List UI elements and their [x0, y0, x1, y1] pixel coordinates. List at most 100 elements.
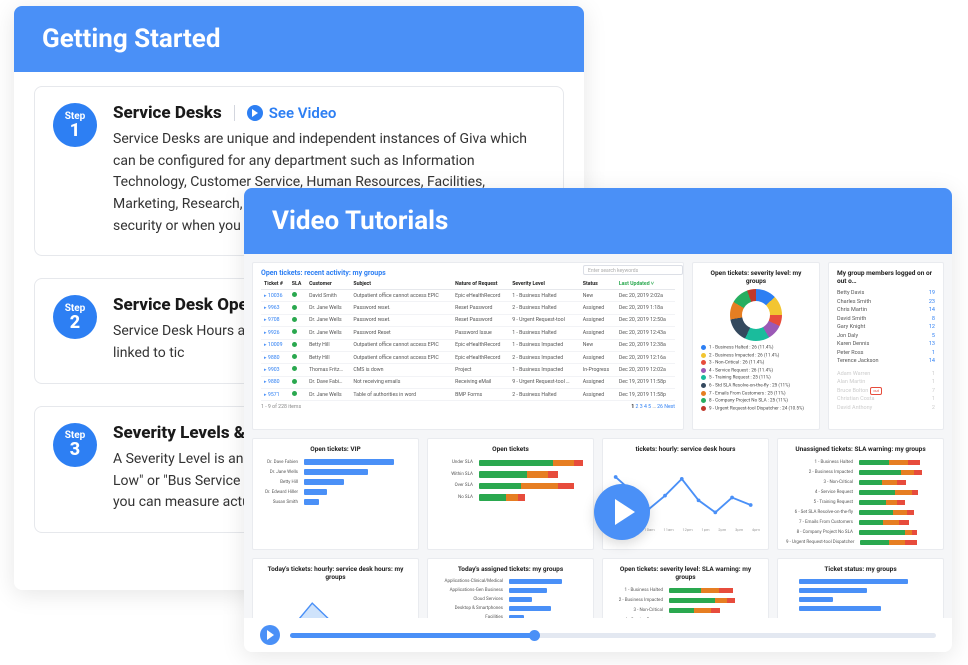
member-row[interactable]: Karen Dennis13	[837, 340, 935, 349]
tickets-table: Ticket #SLACustomerSubjectNature of Requ…	[261, 279, 675, 401]
panel-title: Open tickets: severity level: my groups	[701, 269, 811, 285]
donut-chart: Total228	[730, 289, 782, 341]
video-play-button[interactable]	[594, 484, 650, 540]
member-row[interactable]: Charles Smith23	[837, 298, 935, 307]
table-row[interactable]: ▸ 9880Dr. Dave Fabi…Not receiving emails…	[261, 376, 675, 388]
open-tickets-vip-panel: Open tickets: VIP Dr. Dave FabienDr. Jan…	[252, 438, 419, 550]
bar-row: Applications-Gen Business	[436, 586, 585, 595]
legend-item: 6 - Std SLA Resolve-on-the-fly : 25 (11%…	[701, 383, 811, 391]
table-row[interactable]: ▸ 10036David SmithOutpatient office cann…	[261, 290, 675, 302]
separator	[234, 105, 235, 121]
video-small-play-button[interactable]	[260, 625, 280, 645]
member-row[interactable]: Peter Ross1	[837, 349, 935, 358]
bar-row: No SLA	[436, 492, 585, 504]
unassigned-sla-panel: Unassigned tickets: SLA warning: my grou…	[777, 438, 944, 550]
member-row-offline[interactable]: David Anthony2	[837, 404, 935, 413]
donut-legend: 1 - Business Halted : 26 (11.4%)2 - Busi…	[701, 345, 811, 413]
table-header[interactable]: Last Updated ˅	[616, 279, 675, 290]
bar-row: 3 - Non-Critical	[611, 605, 760, 615]
member-row[interactable]: David Smith8	[837, 315, 935, 324]
search-input[interactable]: Enter search keywords	[583, 265, 683, 275]
member-row-offline[interactable]: Christian Costa1	[837, 395, 935, 404]
bar-row: 8 - Company Project No SLA	[786, 527, 935, 537]
table-header[interactable]: Ticket #	[261, 279, 289, 290]
table-row[interactable]: ▸ 10009Betty HillOutpatient office canno…	[261, 339, 675, 351]
video-scrubber[interactable]	[290, 633, 936, 638]
bar-row: Cloud Services	[436, 595, 585, 604]
step-number: 2	[70, 314, 80, 332]
legend-item: 4 - Service Request : 26 (11.4%)	[701, 368, 811, 376]
member-row-offline[interactable]: Alan Martin1	[837, 378, 935, 387]
member-row[interactable]: Chris Martin14	[837, 306, 935, 315]
member-row[interactable]: Betty Davis19	[837, 289, 935, 298]
play-icon	[247, 105, 263, 121]
table-footer-count: 1 - 9 of 228 items	[261, 404, 301, 410]
getting-started-title: Getting Started	[14, 6, 584, 72]
bar-row: 3 - Non-Critical	[786, 477, 935, 487]
see-video-link[interactable]: See Video	[247, 104, 337, 122]
legend-item: 1 - Business Halted : 26 (11.4%)	[701, 345, 811, 353]
member-row[interactable]: Gary Knight12	[837, 323, 935, 332]
bar-row: 5 - Training Request	[786, 497, 935, 507]
table-row[interactable]: ▸ 9708Dr. Jane WellsPassword reset.Reset…	[261, 314, 675, 326]
bar-row	[786, 604, 935, 613]
legend-item: 8 - Company Project No SLA : 25 (11%)	[701, 398, 811, 406]
bar-row: 2 - Business Impacted	[786, 467, 935, 477]
group-members-panel: My group members logged on or out o… Bet…	[828, 262, 944, 430]
bar-row: Under SLA	[436, 457, 585, 469]
table-header[interactable]: Nature of Request	[452, 279, 509, 290]
bar-row: 9 - Urgent Request-tool Dispatcher	[786, 537, 935, 547]
legend-item: 2 - Business Impacted : 26 (11.4%)	[701, 353, 811, 361]
bar-row: Betty Hill	[261, 477, 410, 487]
table-row[interactable]: ▸ 9571Dr. Jane WellsTable of authorities…	[261, 389, 675, 401]
bar-row: Dr. Dave Fabien	[261, 457, 410, 467]
step-badge-3: Step 3	[53, 423, 97, 467]
video-tutorials-card: Video Tutorials Open tickets: recent act…	[244, 188, 952, 652]
table-header[interactable]: Status	[580, 279, 616, 290]
open-tickets-table-panel: Open tickets: recent activity: my groups…	[252, 262, 684, 430]
video-progress-bar	[244, 618, 952, 652]
bar-row: Dr. Edward Hiller	[261, 487, 410, 497]
step-number: 1	[70, 122, 80, 140]
bar-row: Susan Smith	[261, 497, 410, 507]
step-title: Service Desks	[113, 103, 222, 123]
bar-row	[786, 586, 935, 595]
bar-row: 1 - Business Halted	[786, 457, 935, 467]
step-badge-2: Step 2	[53, 295, 97, 339]
bar-row: Over SLA	[436, 480, 585, 492]
bar-row: Within SLA	[436, 469, 585, 481]
step-number: 3	[70, 441, 80, 459]
bar-row	[786, 595, 935, 604]
bar-row	[786, 577, 935, 586]
bar-row: 2 - Business Impacted	[611, 595, 760, 605]
table-row[interactable]: ▸ 9903Thomas Fritz…CMS is downProject1 -…	[261, 364, 675, 376]
step-badge-1: Step 1	[53, 103, 97, 147]
legend-item: 3 - Non-Critical : 26 (11.4%)	[701, 360, 811, 368]
table-row[interactable]: ▸ 9926Dr. Jane WellsPassword ResetPasswo…	[261, 327, 675, 339]
bar-row: Applications-Clinical/Medical	[436, 577, 585, 586]
table-header[interactable]: Severity Level	[509, 279, 580, 290]
panel-title: My group members logged on or out o…	[837, 269, 935, 285]
bar-row: Desktop & Smartphones	[436, 604, 585, 613]
bar-row: 4 - Service Request	[786, 487, 935, 497]
table-row[interactable]: ▸ 9963Dr. Jane WellsPassword reset.Reset…	[261, 302, 675, 314]
table-header[interactable]: Customer	[306, 279, 350, 290]
member-row-offline[interactable]: Bruce Boltonout7	[837, 387, 935, 396]
table-header[interactable]: Subject	[350, 279, 452, 290]
bar-row: 1 - Business Halted	[611, 585, 760, 595]
legend-item: 7 - Emails From Customers : 25 (11%)	[701, 391, 811, 399]
table-header[interactable]: SLA	[289, 279, 306, 290]
member-row[interactable]: Jon Daly5	[837, 332, 935, 341]
bar-row: Dr. Jane Wells	[261, 467, 410, 477]
see-video-label: See Video	[269, 104, 337, 122]
table-row[interactable]: ▸ 9880Betty HillOutpatient office cannot…	[261, 351, 675, 363]
dashboard-preview: Open tickets: recent activity: my groups…	[244, 254, 952, 622]
member-row-offline[interactable]: Adam Warren1	[837, 370, 935, 379]
legend-item: 5 - Training Request : 25 (11%)	[701, 375, 811, 383]
table-pager[interactable]: 1 2 3 4 5 … 26 Next	[631, 404, 675, 410]
severity-donut-panel: Open tickets: severity level: my groups …	[692, 262, 820, 430]
video-tutorials-title: Video Tutorials	[244, 188, 952, 254]
member-row[interactable]: Terence Jackson14	[837, 357, 935, 366]
bar-row: 6 - Set SLA Resolve-on-the-fly	[786, 507, 935, 517]
legend-item: 9 - Urgent Request-tool Dispatcher : 24 …	[701, 406, 811, 414]
